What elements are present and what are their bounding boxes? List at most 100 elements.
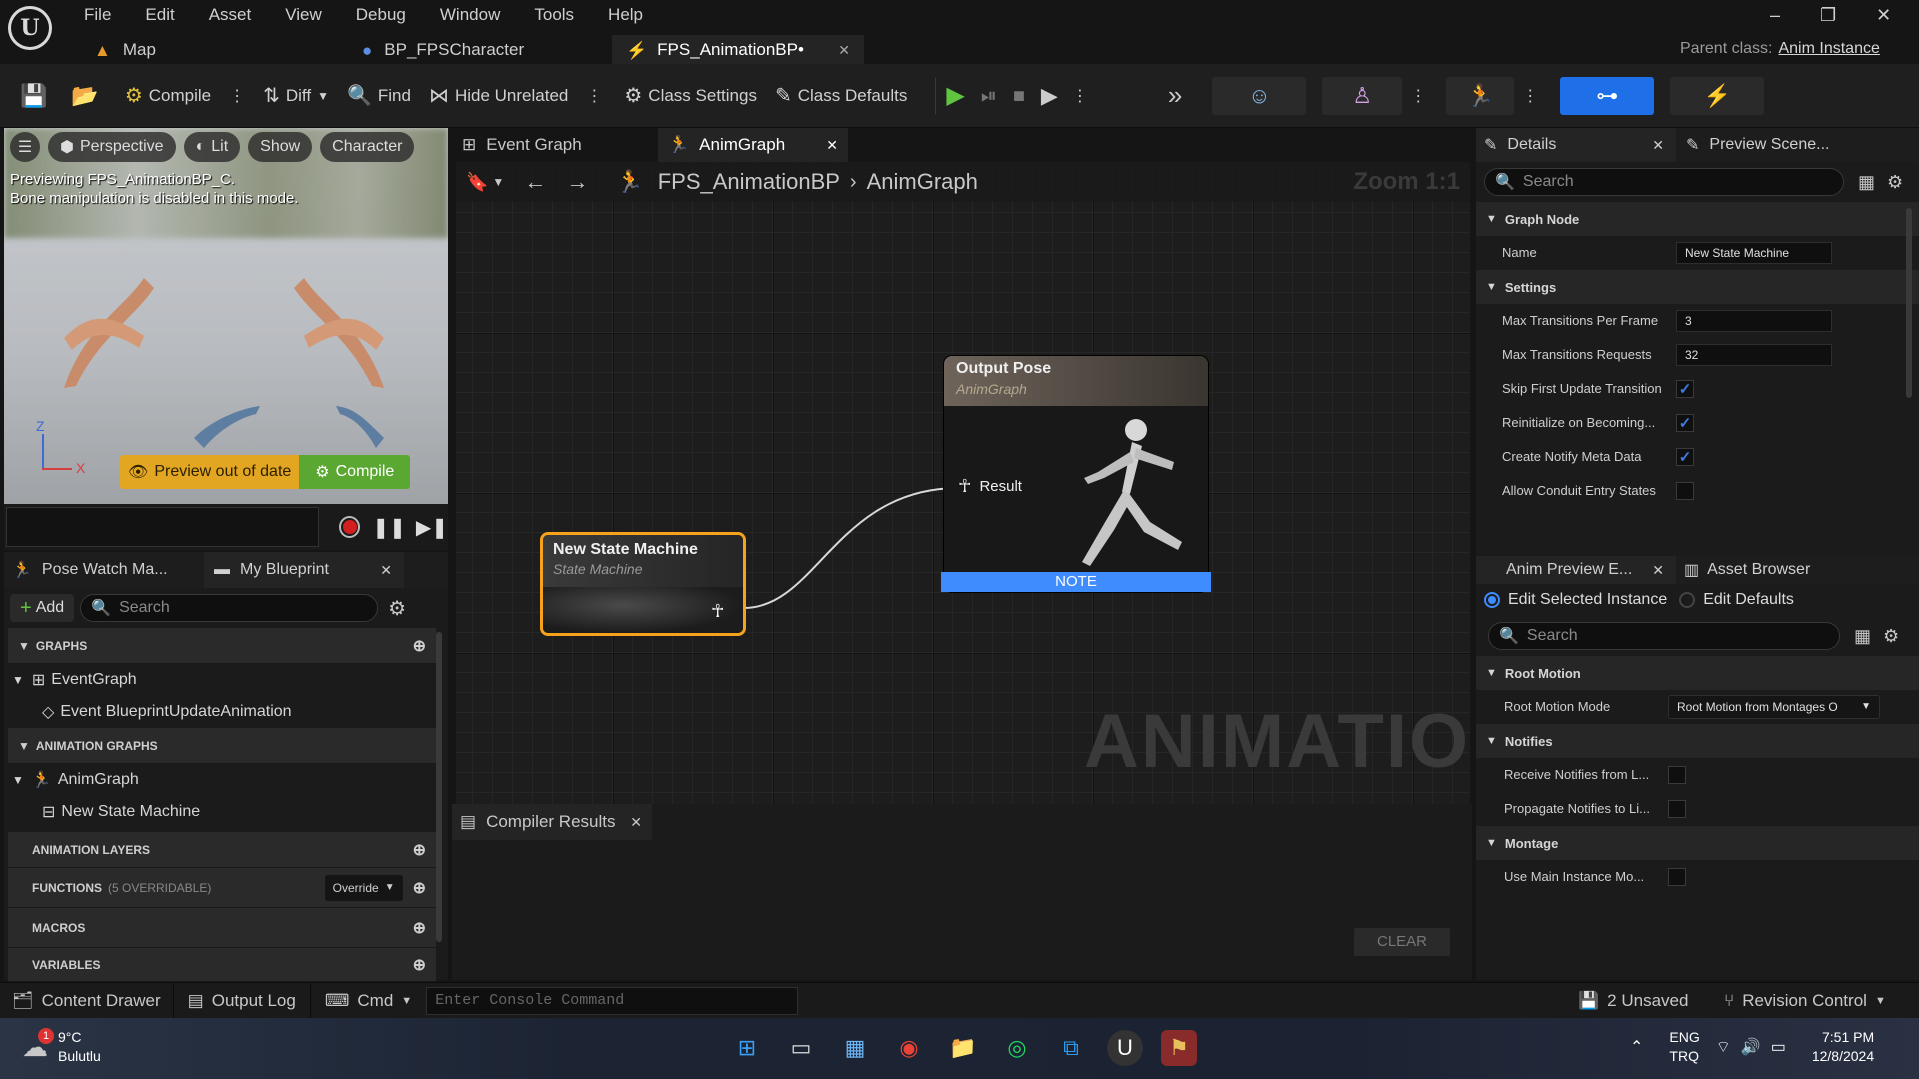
pause-icon[interactable]: ❚❚ [372, 515, 406, 540]
tab-anim-preview[interactable]: Anim Preview E... ✕ [1476, 556, 1676, 584]
details-settings-icon[interactable]: ⚙ [1887, 172, 1903, 193]
macros-section[interactable]: MACROS ⊕ [8, 908, 436, 948]
details-search-input[interactable]: 🔍 Search [1484, 168, 1844, 196]
language-indicator[interactable]: ENG TRQ [1669, 1028, 1699, 1066]
create-notify-meta-checkbox[interactable]: ✓ [1676, 447, 1694, 466]
lit-button[interactable]: ◐ Lit [183, 132, 241, 162]
viewport-menu-button[interactable]: ☰ [10, 132, 40, 162]
tree-new-state-machine[interactable]: ⊟ New State Machine [4, 796, 448, 828]
tree-animgraph[interactable]: ▼ 🏃 AnimGraph [4, 764, 448, 796]
graphs-section[interactable]: ▼ GRAPHS ⊕ [8, 628, 436, 664]
clock[interactable]: 7:51 PM 12/8/2024 [1812, 1028, 1874, 1066]
character-button[interactable]: Character [320, 132, 415, 162]
close-window-icon[interactable]: ✕ [1876, 5, 1891, 26]
tab-map[interactable]: ▲ Map [80, 35, 348, 65]
diff-button[interactable]: ⇅ Diff ▼ [263, 86, 329, 106]
edit-defaults-radio[interactable] [1679, 592, 1696, 608]
file-explorer-icon[interactable]: 📁 [945, 1030, 981, 1066]
more-options-icon[interactable]: ⋮ [586, 86, 602, 106]
close-animgraph-tab-icon[interactable]: ✕ [826, 137, 838, 154]
my-blueprint-search-input[interactable]: 🔍 Search [80, 594, 379, 622]
add-layer-icon[interactable]: ⊕ [413, 840, 426, 860]
console-command-input[interactable]: Enter Console Command [426, 986, 799, 1015]
mesh-mode-button[interactable]: ♙ [1322, 76, 1403, 115]
record-icon[interactable] [339, 516, 361, 538]
name-field[interactable]: New State Machine [1676, 241, 1832, 264]
use-main-instance-checkbox[interactable] [1668, 867, 1686, 886]
section-settings[interactable]: ▼ Settings [1476, 270, 1919, 304]
add-variable-icon[interactable]: ⊕ [413, 955, 426, 975]
anim-layers-section[interactable]: ANIMATION LAYERS ⊕ [8, 832, 436, 868]
class-defaults-button[interactable]: ✎ Class Defaults [775, 86, 907, 106]
variables-section[interactable]: VARIABLES ⊕ [8, 948, 436, 982]
vscode-icon[interactable]: ⧉ [1053, 1030, 1089, 1066]
add-button[interactable]: + Add [10, 594, 75, 622]
tab-details[interactable]: ✎ Details ✕ [1476, 128, 1676, 162]
tab-pose-watch[interactable]: 🏃 Pose Watch Ma... [4, 560, 204, 580]
find-button[interactable]: 🔍 Find [347, 86, 411, 106]
animation-mode-button[interactable]: 🏃 [1446, 76, 1515, 115]
menu-asset[interactable]: Asset [209, 5, 252, 25]
section-graph-node[interactable]: ▼ Graph Node [1476, 202, 1919, 236]
propagate-notifies-checkbox[interactable] [1668, 799, 1686, 818]
tab-asset-browser[interactable]: ▥ Asset Browser [1676, 560, 1810, 580]
add-macro-icon[interactable]: ⊕ [413, 918, 426, 938]
tab-my-blueprint[interactable]: ▬ My Blueprint ✕ [204, 552, 404, 588]
section-montage[interactable]: ▼ Montage [1476, 826, 1919, 860]
class-settings-button[interactable]: ⚙ Class Settings [624, 86, 757, 106]
output-log-button[interactable]: ▤ Output Log [174, 982, 311, 1019]
task-view-icon[interactable]: ▦ [837, 1030, 873, 1066]
menu-window[interactable]: Window [440, 5, 500, 25]
add-graph-icon[interactable]: ⊕ [413, 636, 426, 656]
parent-class-link[interactable]: Anim Instance [1778, 40, 1879, 58]
close-details-icon[interactable]: ✕ [1652, 137, 1664, 154]
graph-canvas[interactable]: 🔖 ▼ ← → 🏃 FPS_AnimationBP › AnimGraph Zo… [456, 162, 1470, 804]
step-icon[interactable]: ⏯ [981, 86, 997, 106]
tab-event-graph[interactable]: ⊞ Event Graph [452, 128, 658, 162]
my-blueprint-settings-icon[interactable]: ⚙ [388, 596, 406, 621]
cmd-dropdown[interactable]: ⌨ Cmd ▼ [311, 983, 426, 1019]
chrome-icon[interactable]: ◉ [891, 1030, 927, 1066]
section-root-motion[interactable]: ▼ Root Motion [1476, 656, 1919, 690]
viewport-compile-button[interactable]: ⚙ Compile [299, 455, 411, 489]
override-dropdown[interactable]: Override ▼ [324, 874, 403, 901]
unreal-taskbar-icon[interactable]: U [1107, 1030, 1143, 1066]
anim-preview-search-input[interactable]: 🔍 Search [1488, 622, 1840, 650]
section-notifies[interactable]: ▼ Notifies [1476, 724, 1919, 758]
tree-eventgraph[interactable]: ▼ ⊞ EventGraph [4, 664, 448, 696]
expand-toolbar-icon[interactable]: » [1168, 80, 1182, 111]
details-scrollbar[interactable] [1906, 208, 1912, 398]
minimize-icon[interactable]: – [1770, 5, 1780, 26]
skip-first-update-checkbox[interactable]: ✓ [1676, 379, 1694, 398]
state-machine-node[interactable]: New State Machine State Machine ☥ [540, 532, 746, 636]
clear-button[interactable]: CLEAR [1354, 928, 1450, 956]
physics-mode-button[interactable]: ⚡ [1670, 76, 1765, 115]
game-taskbar-icon[interactable]: ⚑ [1161, 1030, 1197, 1066]
unreal-logo[interactable]: U [8, 6, 52, 50]
animation-options-icon[interactable]: ⋮ [1522, 86, 1538, 106]
menu-help[interactable]: Help [608, 5, 643, 25]
table-view-icon[interactable]: ▦ [1858, 172, 1875, 193]
allow-conduit-checkbox[interactable] [1676, 481, 1694, 500]
tree-event-update[interactable]: ◇ Event BlueprintUpdateAnimation [4, 696, 448, 728]
my-blueprint-scrollbar[interactable] [436, 632, 442, 942]
content-drawer-button[interactable]: 🗂 Content Drawer [0, 982, 174, 1019]
close-anim-preview-icon[interactable]: ✕ [1652, 562, 1664, 579]
tray-overflow-icon[interactable]: ⌃ [1630, 1037, 1643, 1057]
max-transitions-frame-field[interactable]: 3 [1676, 309, 1832, 332]
wifi-icon[interactable]: ⌔ [1716, 1037, 1731, 1057]
hide-unrelated-button[interactable]: ⋈ Hide Unrelated [429, 86, 568, 106]
output-pose-node[interactable]: Output Pose AnimGraph ☥ Result [944, 356, 1208, 592]
add-function-icon[interactable]: ⊕ [413, 878, 426, 898]
browse-icon[interactable]: 📂 [71, 84, 98, 107]
forward-icon[interactable]: ▶❚ [416, 515, 448, 540]
blueprint-mode-button[interactable]: ⊶ [1560, 76, 1655, 115]
unsaved-button[interactable]: 💾 2 Unsaved [1578, 983, 1688, 1019]
root-motion-mode-dropdown[interactable]: Root Motion from Montages O ▼ [1668, 694, 1880, 719]
menu-edit[interactable]: Edit [145, 5, 174, 25]
start-button[interactable]: ⊞ [729, 1030, 765, 1066]
close-my-blueprint-icon[interactable]: ✕ [380, 562, 392, 579]
tab-fps-animationbp[interactable]: ⚡ FPS_AnimationBP• ✕ [612, 35, 864, 65]
perspective-button[interactable]: ⬢ Perspective [48, 132, 176, 162]
note-bar[interactable]: NOTE [941, 572, 1211, 592]
